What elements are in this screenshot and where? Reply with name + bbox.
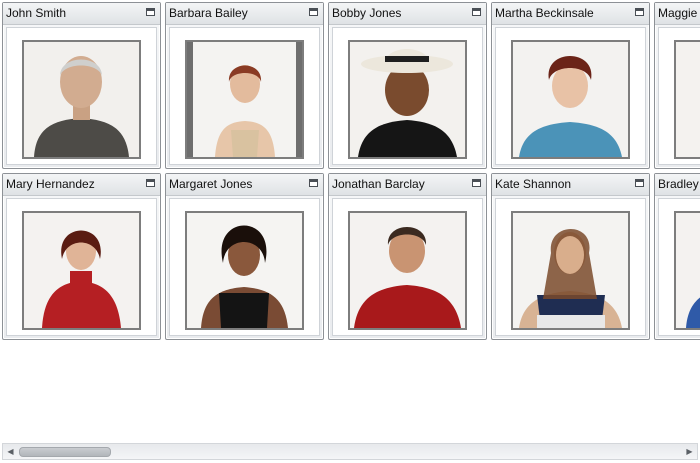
tile-header: Barbara Bailey <box>166 3 323 25</box>
tile-mary-hernandez[interactable]: Mary Hernandez <box>2 173 161 340</box>
tile-name: Bobby Jones <box>332 6 402 20</box>
maximize-icon[interactable] <box>472 179 481 187</box>
scroll-left-arrow-icon[interactable]: ◀ <box>3 444 18 459</box>
person-photo <box>185 40 304 159</box>
person-photo <box>22 211 141 330</box>
tile-header: Bradley <box>655 174 700 196</box>
person-photo <box>511 40 630 159</box>
maximize-icon[interactable] <box>472 8 481 16</box>
tile-kate-shannon[interactable]: Kate Shannon <box>491 173 650 340</box>
person-photo <box>674 40 700 159</box>
maximize-icon[interactable] <box>309 179 318 187</box>
maximize-icon[interactable] <box>635 8 644 16</box>
maximize-icon[interactable] <box>309 8 318 16</box>
tile-grid: John Smith Barbara Bailey Bobby Jones Ma… <box>2 2 700 340</box>
photo-well <box>495 198 646 336</box>
tile-name: Jonathan Barclay <box>332 177 425 191</box>
person-photo <box>22 40 141 159</box>
photo-well <box>169 27 320 165</box>
tile-name: Barbara Bailey <box>169 6 248 20</box>
photo-well <box>495 27 646 165</box>
tile-view: John Smith Barbara Bailey Bobby Jones Ma… <box>0 0 700 443</box>
tile-name: Bradley <box>658 177 699 191</box>
tile-john-smith[interactable]: John Smith <box>2 2 161 169</box>
tile-name: John Smith <box>6 6 67 20</box>
tile-name: Martha Beckinsale <box>495 6 594 20</box>
person-photo <box>348 211 467 330</box>
tile-jonathan-barclay[interactable]: Jonathan Barclay <box>328 173 487 340</box>
photo-well <box>658 27 700 165</box>
scrollbar-thumb[interactable] <box>19 447 111 457</box>
photo-well <box>169 198 320 336</box>
maximize-icon[interactable] <box>146 8 155 16</box>
tile-name: Mary Hernandez <box>6 177 95 191</box>
tile-header: Jonathan Barclay <box>329 174 486 196</box>
tile-maggie[interactable]: Maggie <box>654 2 700 169</box>
horizontal-scrollbar[interactable]: ◀ ▶ <box>2 443 698 460</box>
tile-barbara-bailey[interactable]: Barbara Bailey <box>165 2 324 169</box>
person-photo <box>348 40 467 159</box>
tile-martha-beckinsale[interactable]: Martha Beckinsale <box>491 2 650 169</box>
tile-bobby-jones[interactable]: Bobby Jones <box>328 2 487 169</box>
maximize-icon[interactable] <box>635 179 644 187</box>
tile-bradley[interactable]: Bradley <box>654 173 700 340</box>
scroll-right-arrow-icon[interactable]: ▶ <box>682 444 697 459</box>
person-photo <box>674 211 700 330</box>
person-photo <box>185 211 304 330</box>
tile-name: Margaret Jones <box>169 177 253 191</box>
maximize-icon[interactable] <box>146 179 155 187</box>
tile-header: Martha Beckinsale <box>492 3 649 25</box>
tile-header: Bobby Jones <box>329 3 486 25</box>
photo-well <box>6 27 157 165</box>
photo-well <box>332 198 483 336</box>
person-photo <box>511 211 630 330</box>
photo-well <box>332 27 483 165</box>
tile-header: Kate Shannon <box>492 174 649 196</box>
tile-margaret-jones[interactable]: Margaret Jones <box>165 173 324 340</box>
tile-header: Mary Hernandez <box>3 174 160 196</box>
tile-name: Maggie <box>658 6 698 20</box>
tile-header: John Smith <box>3 3 160 25</box>
tile-name: Kate Shannon <box>495 177 572 191</box>
tile-header: Maggie <box>655 3 700 25</box>
tile-header: Margaret Jones <box>166 174 323 196</box>
photo-well <box>658 198 700 336</box>
photo-well <box>6 198 157 336</box>
